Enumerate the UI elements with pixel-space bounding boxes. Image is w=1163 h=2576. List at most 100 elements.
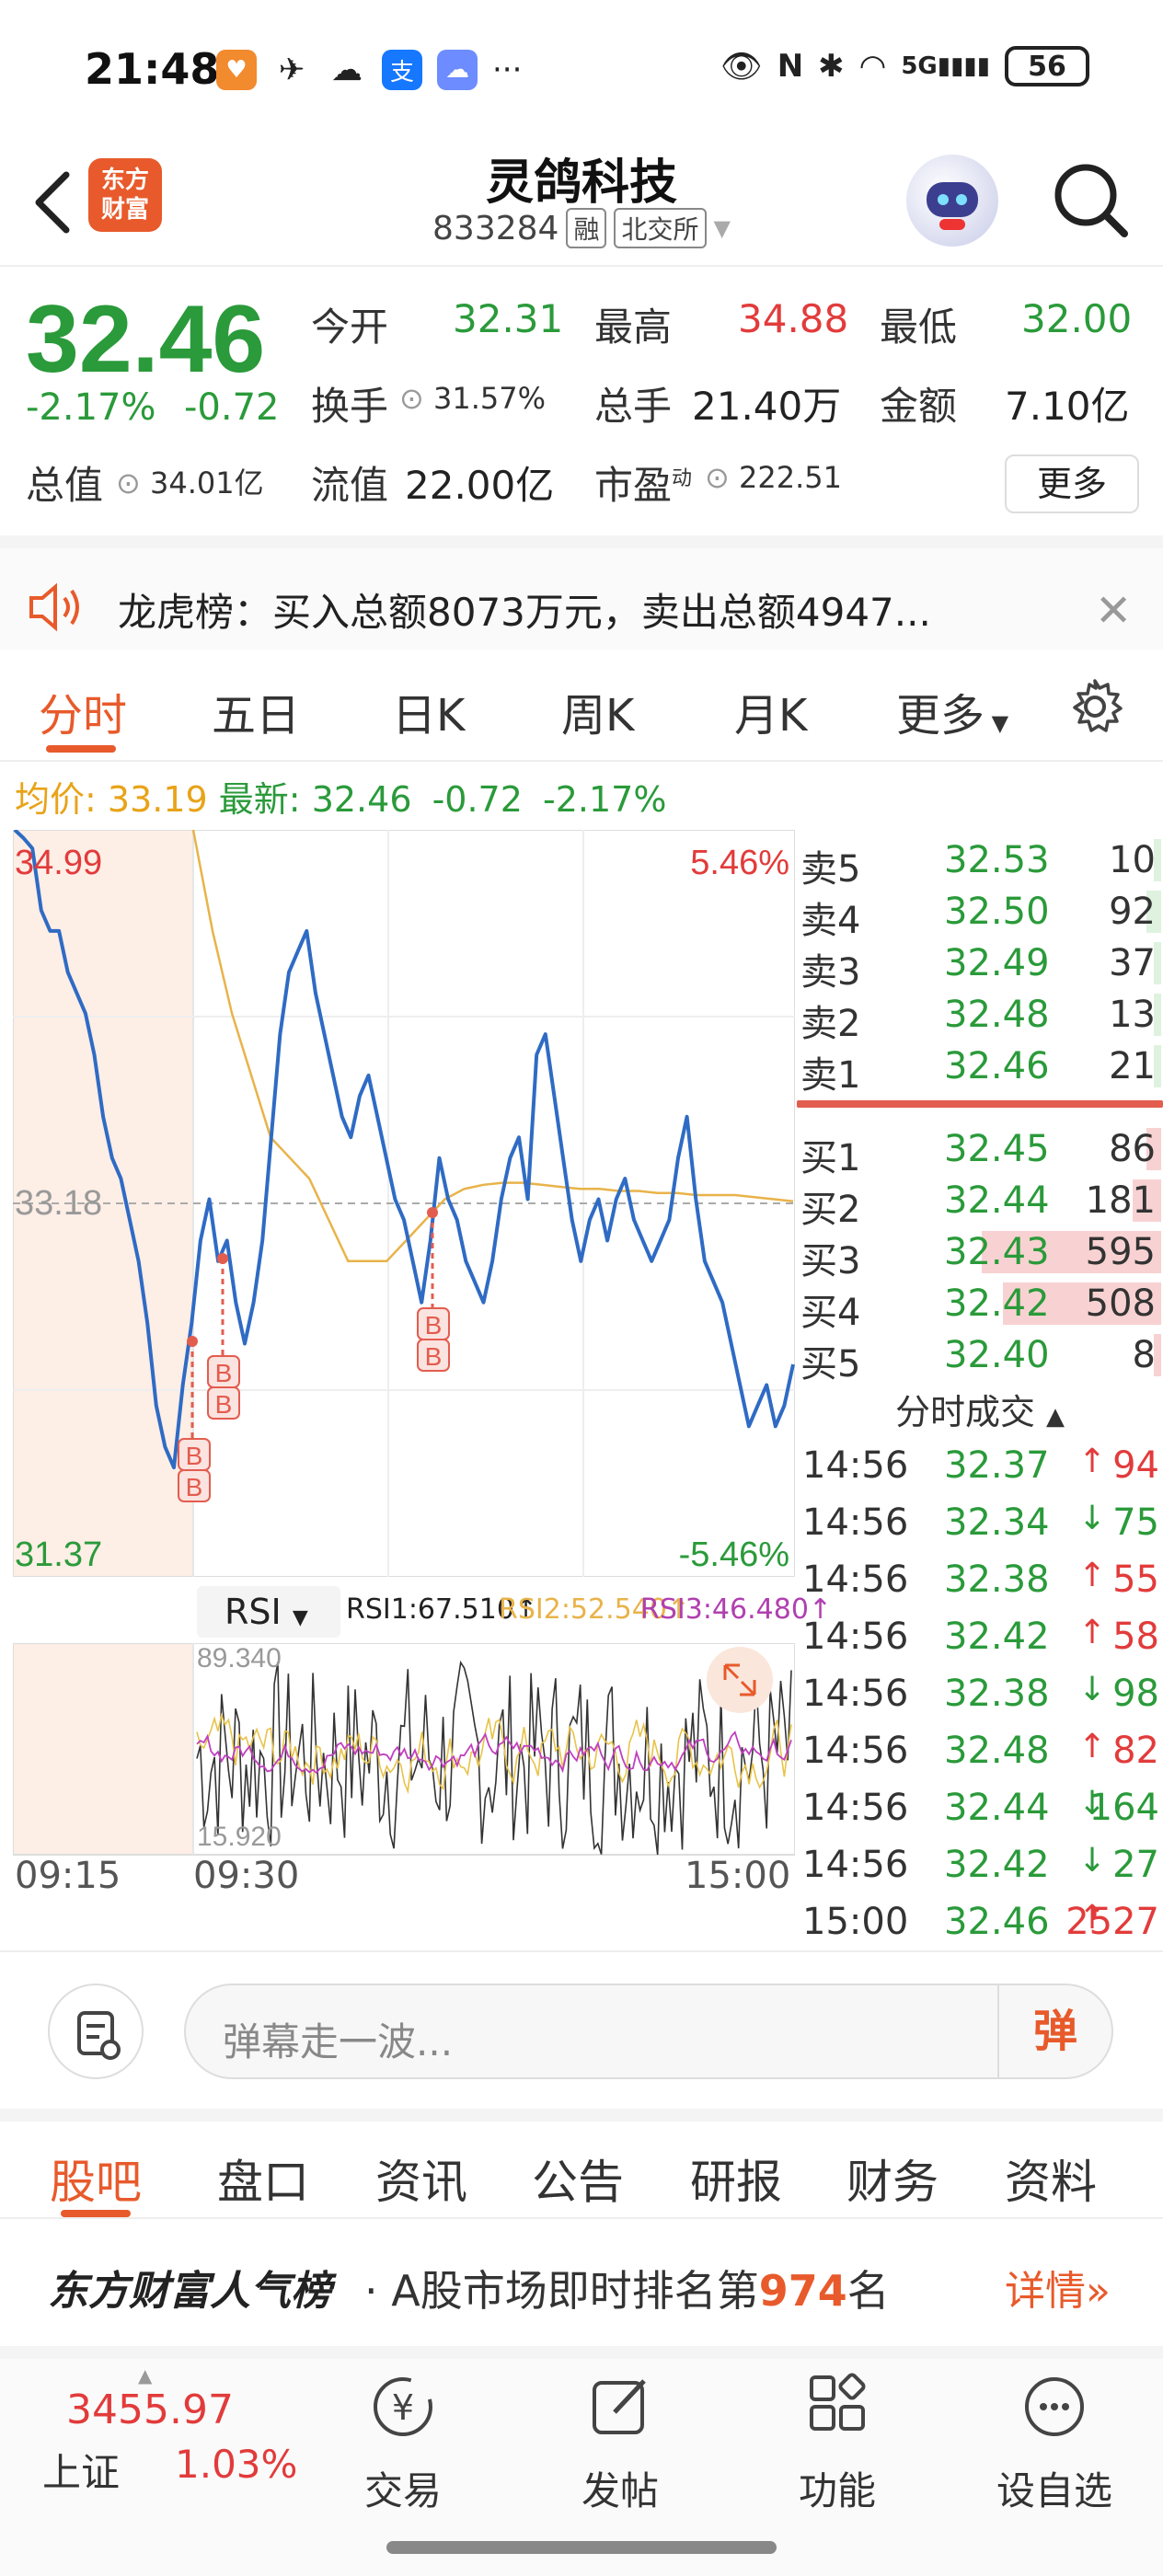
ask-row[interactable]: 卖2 32.48 13 <box>797 988 1163 1045</box>
latest-pct: -2.17% <box>543 779 667 820</box>
bid-level-label: 买5 <box>800 1343 861 1386</box>
tab-monthly-k[interactable]: 月K <box>734 679 807 743</box>
arrow-down-icon: ↓ <box>1078 1500 1107 1537</box>
nav-post[interactable]: 发帖 <box>547 2370 694 2516</box>
open-label: 今开 <box>311 305 389 350</box>
speaker-icon <box>29 582 79 632</box>
mktcap-value: ⊙ 34.01亿 <box>116 466 264 500</box>
avg-label: 均价: <box>15 779 97 820</box>
intraday-chart[interactable]: B B B B B B 34.99 31.37 33.18 5.46% -5.4… <box>12 828 796 1578</box>
nav-add-watchlist-label: 设自选 <box>996 2468 1112 2513</box>
bid-price: 32.40 <box>944 1334 1050 1376</box>
change-percent: -2.17% <box>26 386 156 429</box>
arrow-up-icon: ↑ <box>1078 1614 1107 1651</box>
grid-icon <box>810 2373 866 2431</box>
rank-detail-link[interactable]: 详情» <box>1005 2258 1111 2317</box>
alipay-icon: 支 <box>382 50 422 90</box>
ai-assistant-avatar[interactable] <box>906 155 998 247</box>
time-open: 09:30 <box>193 1855 300 1897</box>
danmu-placeholder: 弹幕走一波... <box>223 2019 454 2064</box>
tab-weekly-k[interactable]: 周K <box>561 679 634 743</box>
tab-news[interactable]: 资讯 <box>375 2145 467 2212</box>
expand-icon[interactable] <box>707 1647 773 1713</box>
danmu-send-button[interactable]: 弹 <box>997 1985 1111 2077</box>
danmu-input[interactable]: 弹幕走一波... 弹 <box>184 1984 1113 2079</box>
quote-panel: 32.46 -2.17% -0.72 今开 32.31 最高 34.88 最低 … <box>0 269 1163 535</box>
margin-tag: 融 <box>566 208 607 248</box>
nav-add-watchlist[interactable]: 设自选 <box>981 2370 1128 2516</box>
latest-change: -0.72 <box>432 779 523 820</box>
intraday-chart-svg: B B B B B B 34.99 31.37 33.18 5.46% -5.4… <box>12 828 796 1578</box>
svg-text:B: B <box>425 1342 443 1371</box>
tab-intraday[interactable]: 分时 <box>39 679 127 743</box>
avg-value: 33.19 <box>107 779 208 820</box>
dropdown-triangle-icon: ▼ <box>292 1606 308 1629</box>
nav-functions[interactable]: 功能 <box>764 2370 911 2516</box>
dropdown-triangle-icon: ▼ <box>985 710 1009 736</box>
ask-row[interactable]: 卖4 32.50 92 <box>797 885 1163 942</box>
index-value[interactable]: 3455.97 <box>66 2386 234 2433</box>
tab-more[interactable]: 更多 ▼ <box>896 679 1008 743</box>
index-change[interactable]: 1.03% <box>175 2442 297 2487</box>
nav-trade[interactable]: ¥ 交易 <box>329 2370 477 2516</box>
close-icon[interactable]: ✕ <box>1095 585 1132 637</box>
trade-time: 14:56 <box>802 1501 909 1544</box>
more-quote-button[interactable]: 更多 <box>1005 454 1139 513</box>
ask-row[interactable]: 卖5 32.53 10 <box>797 834 1163 891</box>
mid-price-label: 33.18 <box>15 1184 102 1223</box>
pe-label: 市盈动 <box>594 463 693 508</box>
turnover-label: 换手 <box>311 384 389 429</box>
trade-time: 14:56 <box>802 1787 909 1829</box>
nav-trade-label: 交易 <box>363 2468 442 2513</box>
trade-price: 32.38 <box>944 1558 1050 1601</box>
arrow-up-icon: ↑ <box>1078 1557 1107 1594</box>
trade-volume: 55 <box>1112 1558 1159 1601</box>
tab-profile[interactable]: 资料 <box>1005 2145 1097 2212</box>
index-name[interactable]: 上证 <box>42 2442 120 2498</box>
tab-pankou[interactable]: 盘口 <box>217 2145 309 2212</box>
popularity-rank[interactable]: 东方财富人气榜 · A股市场即时排名第974名 详情» <box>0 2221 1163 2359</box>
rsi-indicator[interactable]: RSI ▼ RSI1:67.510↑ RSI2:52.540↑ RSI3:46.… <box>13 1582 832 1897</box>
section-tabs: 股吧 盘口 资讯 公告 研报 财务 资料 <box>0 2109 1163 2219</box>
buy-marker[interactable]: B B <box>207 1253 240 1420</box>
trade-volume: 164 <box>1088 1787 1159 1829</box>
bid-volume: 508 <box>1085 1282 1156 1325</box>
dragon-tiger-banner[interactable]: 龙虎榜：买入总额8073万元，卖出总额4947... ✕ <box>0 535 1163 650</box>
eye-icon: 👁 <box>720 48 763 86</box>
danmu-settings-icon[interactable] <box>48 1984 144 2079</box>
turnover-value: ⊙ 31.57% <box>399 381 546 416</box>
bid-row[interactable]: 买5 32.40 8 <box>797 1328 1163 1386</box>
rsi-selector[interactable]: RSI ▼ <box>197 1586 340 1638</box>
svg-text:B: B <box>186 1473 203 1501</box>
bid-row[interactable]: 买1 32.45 86 <box>797 1122 1163 1179</box>
tab-research[interactable]: 研报 <box>690 2145 782 2212</box>
book-divider <box>797 1100 1163 1108</box>
search-icon[interactable] <box>1049 158 1132 241</box>
tab-daily-k[interactable]: 日K <box>392 679 465 743</box>
bid-row[interactable]: 买2 32.44 181 <box>797 1174 1163 1231</box>
trade-time: 14:56 <box>802 1673 909 1715</box>
tab-guba[interactable]: 股吧 <box>50 2145 142 2212</box>
rsi1-line <box>196 1660 792 1856</box>
trade-row: 14:56 32.42 ↑ 58 <box>797 1608 1163 1665</box>
ask-volume: 37 <box>1109 942 1156 984</box>
trade-price: 32.42 <box>944 1844 1050 1886</box>
amount-value: 7.10亿 <box>1005 384 1130 429</box>
trade-time: 14:56 <box>802 1558 909 1601</box>
gear-icon[interactable] <box>1065 677 1124 736</box>
trade-price: 32.48 <box>944 1730 1050 1772</box>
caret-up-icon: ▲ <box>1046 1403 1065 1431</box>
bid-row[interactable]: 买4 32.42 508 <box>797 1277 1163 1334</box>
signal-icon: 5G▮▮▮▮ <box>901 52 990 80</box>
tab-five-day[interactable]: 五日 <box>212 679 300 743</box>
home-indicator[interactable] <box>386 2541 777 2554</box>
bid-row[interactable]: 买3 32.43 595 <box>797 1225 1163 1282</box>
tab-announcements[interactable]: 公告 <box>532 2145 624 2212</box>
pe-value: ⊙ 222.51 <box>705 460 842 495</box>
pre-market-shade <box>13 1643 193 1855</box>
ask-row[interactable]: 卖3 32.49 37 <box>797 937 1163 994</box>
ask-row[interactable]: 卖1 32.46 21 <box>797 1040 1163 1097</box>
trades-header[interactable]: 分时成交 ▲ <box>797 1384 1163 1435</box>
trade-price: 32.37 <box>944 1444 1050 1487</box>
tab-finance[interactable]: 财务 <box>846 2145 938 2212</box>
